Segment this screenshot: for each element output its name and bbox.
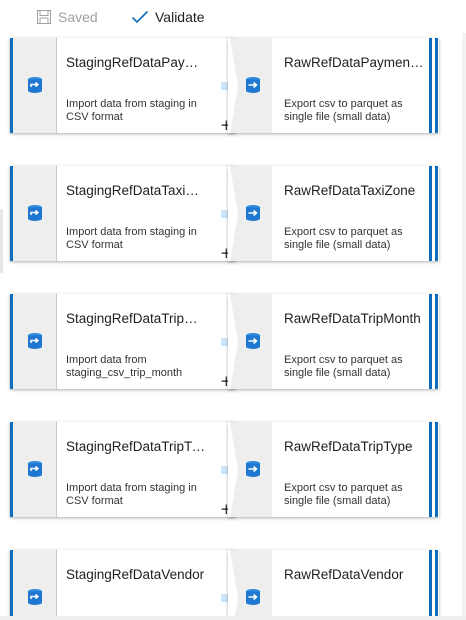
activity-title: StagingRefDataTaxiZone <box>66 183 206 198</box>
copy-data-icon <box>26 588 44 606</box>
copy-activity[interactable]: StagingRefDataVendor + <box>10 550 236 620</box>
copy-data-icon <box>26 204 44 222</box>
activity-description: Export csv to parquet as single file (sm… <box>284 226 403 251</box>
activity-status-bar <box>435 294 438 389</box>
activity-title: RawRefDataVendor <box>284 567 404 582</box>
dataflow-icon <box>244 460 262 478</box>
activity-status-bar <box>429 294 432 389</box>
dataflow-activity[interactable]: RawRefDataTaxiZone Export csv to parquet… <box>228 166 439 261</box>
activity-title: StagingRefDataPayment... <box>66 55 206 70</box>
copy-data-icon <box>26 332 44 350</box>
activity-status-bar <box>429 166 432 261</box>
saved-button[interactable]: Saved <box>36 0 98 33</box>
activity-status-bar <box>435 166 438 261</box>
validate-button[interactable]: Validate <box>131 0 205 33</box>
validate-label: Validate <box>155 8 205 25</box>
dataflow-icon <box>244 588 262 606</box>
activity-description: Import data from staging in CSV format <box>66 98 197 123</box>
activity-pair: StagingRefDataPayment... Import data fro… <box>0 38 466 135</box>
toolbar: Saved Validate <box>0 0 466 33</box>
activity-icon-strip <box>230 550 272 620</box>
activity-pair: StagingRefDataTripMonth Import data from… <box>0 294 466 391</box>
activity-pair: StagingRefDataTaxiZone Import data from … <box>0 166 466 263</box>
copy-activity[interactable]: StagingRefDataTaxiZone Import data from … <box>10 166 236 261</box>
activity-pair: StagingRefDataVendor + RawRefDataVendor <box>0 550 466 620</box>
save-icon <box>37 9 51 24</box>
copy-data-icon <box>26 76 44 94</box>
activity-description: Export csv to parquet as single file (sm… <box>284 354 403 379</box>
activity-description: Export csv to parquet as single file (sm… <box>284 482 403 507</box>
activity-title: RawRefDataTaxiZone <box>284 183 416 198</box>
dataflow-icon <box>244 76 262 94</box>
horizontal-scrollbar[interactable] <box>0 616 466 620</box>
dataflow-activity[interactable]: RawRefDataTripType Export csv to parquet… <box>228 422 439 517</box>
copy-activity[interactable]: StagingRefDataTripType Import data from … <box>10 422 236 517</box>
dataflow-activity[interactable]: RawRefDataVendor <box>228 550 439 620</box>
activity-description: Import data from staging_csv_trip_month <box>66 354 183 379</box>
activity-title: RawRefDataTripType <box>284 439 413 454</box>
activity-title: RawRefDataPaymentType <box>284 55 424 70</box>
activity-title: StagingRefDataTripMonth <box>66 311 206 326</box>
saved-label: Saved <box>58 8 98 25</box>
activity-title: StagingRefDataVendor <box>66 567 205 582</box>
pipeline-canvas[interactable]: StagingRefDataPayment... Import data fro… <box>0 33 466 620</box>
activity-status-bar <box>429 550 432 620</box>
activity-title: RawRefDataTripMonth <box>284 311 421 326</box>
activity-icon-strip <box>13 550 57 620</box>
activity-title: StagingRefDataTripType <box>66 439 206 454</box>
dataflow-icon <box>244 204 262 222</box>
activity-pair: StagingRefDataTripType Import data from … <box>0 422 466 519</box>
dataflow-activity[interactable]: RawRefDataTripMonth Export csv to parque… <box>228 294 439 389</box>
activity-status-bar <box>429 38 432 133</box>
activity-description: Import data from staging in CSV format <box>66 226 197 251</box>
copy-activity[interactable]: StagingRefDataPayment... Import data fro… <box>10 38 236 133</box>
activity-description: Import data from staging in CSV format <box>66 482 197 507</box>
activity-status-bar <box>435 422 438 517</box>
copy-activity[interactable]: StagingRefDataTripMonth Import data from… <box>10 294 236 389</box>
copy-data-icon <box>26 460 44 478</box>
dataflow-icon <box>244 332 262 350</box>
activity-status-bar <box>429 422 432 517</box>
checkmark-icon <box>131 10 149 23</box>
activity-description: Export csv to parquet as single file (sm… <box>284 98 403 123</box>
activity-status-bar <box>435 38 438 133</box>
dataflow-activity[interactable]: RawRefDataPaymentType Export csv to parq… <box>228 38 439 133</box>
activity-status-bar <box>435 550 438 620</box>
